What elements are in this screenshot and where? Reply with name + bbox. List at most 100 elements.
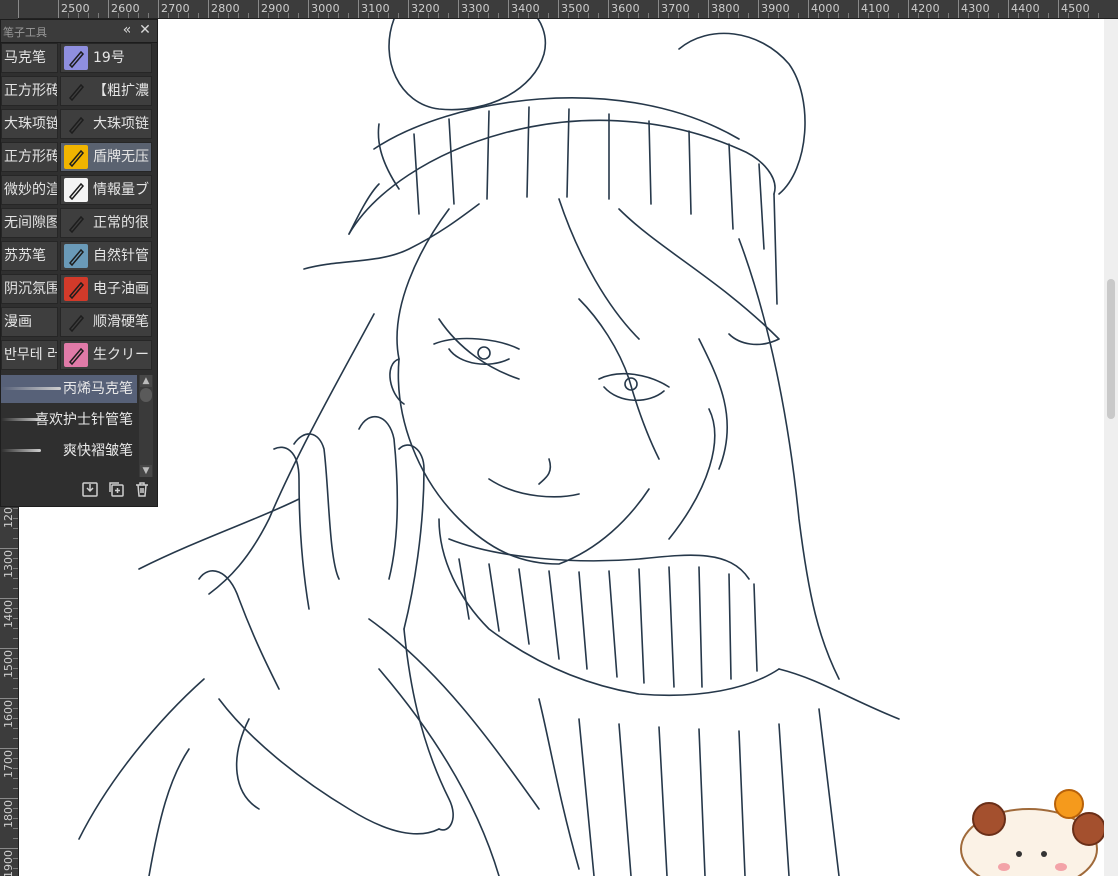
ruler-minor-tick (128, 13, 129, 18)
brush-group-button[interactable]: 大珠项链 (1, 109, 58, 139)
brush-preset-icon (64, 343, 88, 367)
subtool-item[interactable]: 爽快褶皱笔 (1, 437, 137, 465)
ruler-label: 3500 (561, 2, 590, 15)
ruler-minor-tick (818, 13, 819, 18)
vertical-scrollbar[interactable] (1104, 19, 1118, 876)
ruler-label: 1600 (2, 700, 15, 728)
trash-icon[interactable] (133, 480, 151, 498)
ruler-minor-tick (378, 13, 379, 18)
ruler-major-tick (0, 598, 18, 599)
ruler-minor-tick (598, 13, 599, 18)
ruler-label: 1800 (2, 800, 15, 828)
ruler-minor-tick (488, 13, 489, 18)
brush-group-button[interactable]: 반무테 러 (1, 340, 58, 370)
brush-preset-icon (64, 178, 88, 202)
ruler-minor-tick (13, 768, 18, 769)
brush-group-button[interactable]: 正方形砖 (1, 76, 58, 106)
ruler-minor-tick (13, 658, 18, 659)
ruler-label: 3700 (661, 2, 690, 15)
ruler-minor-tick (778, 13, 779, 18)
brush-preset-button[interactable]: 盾牌无压 (60, 142, 152, 172)
ruler-major-tick (0, 848, 18, 849)
brush-group-button[interactable]: 无间隙图 (1, 208, 58, 238)
brush-group-button[interactable]: 苏苏笔 (1, 241, 58, 271)
brush-group-button[interactable]: 马克笔 (1, 43, 58, 73)
ruler-minor-tick (1068, 13, 1069, 18)
ruler-minor-tick (13, 688, 18, 689)
ruler-minor-tick (178, 13, 179, 18)
brush-preset-button[interactable]: 大珠项链 (60, 109, 152, 139)
brush-preset-button[interactable]: 电子油画 (60, 274, 152, 304)
ruler-minor-tick (298, 13, 299, 18)
brush-preset-label: 顺滑硬笔 (93, 314, 149, 330)
scrollbar-thumb[interactable] (1107, 279, 1115, 419)
ruler-major-tick (708, 0, 709, 18)
line-art-illustration (78, 13, 1106, 880)
ruler-minor-tick (768, 13, 769, 18)
brush-group-button[interactable]: 微妙的渲 (1, 175, 58, 205)
brush-preset-icon (64, 112, 88, 136)
ruler-minor-tick (668, 13, 669, 18)
brush-group-button[interactable]: 正方形砖 (1, 142, 58, 172)
ruler-minor-tick (13, 808, 18, 809)
ruler-label: 4300 (961, 2, 990, 15)
ruler-minor-tick (13, 818, 18, 819)
duplicate-icon[interactable] (107, 480, 125, 498)
ruler-major-tick (658, 0, 659, 18)
import-icon[interactable] (81, 480, 99, 498)
ruler-minor-tick (998, 13, 999, 18)
brush-preset-button[interactable]: 【粗扩濃 (60, 76, 152, 106)
ruler-minor-tick (13, 518, 18, 519)
ruler-minor-tick (168, 13, 169, 18)
ruler-minor-tick (548, 13, 549, 18)
ruler-major-tick (808, 0, 809, 18)
ruler-minor-tick (238, 13, 239, 18)
subtool-item[interactable]: 喜欢护士针管笔 (1, 406, 137, 434)
ruler-major-tick (1008, 0, 1009, 18)
scroll-down-icon[interactable]: ▼ (140, 465, 152, 477)
ruler-minor-tick (98, 13, 99, 18)
brush-preset-button[interactable]: 生クリー (60, 340, 152, 370)
ruler-minor-tick (348, 13, 349, 18)
ruler-minor-tick (248, 13, 249, 18)
drawing-canvas[interactable] (19, 13, 1118, 880)
scroll-thumb[interactable] (140, 388, 152, 402)
ruler-major-tick (858, 0, 859, 18)
panel-titlebar[interactable]: 笔子工具 « ✕ (1, 20, 157, 43)
ruler-minor-tick (13, 668, 18, 669)
ruler-minor-tick (13, 758, 18, 759)
brush-group-button[interactable]: 阴沉氛围 (1, 274, 58, 304)
ruler-label: 1900 (2, 850, 15, 876)
ruler-label: 2900 (261, 2, 290, 15)
ruler-minor-tick (13, 558, 18, 559)
ruler-minor-tick (788, 13, 789, 18)
brush-group-button[interactable]: 漫画 (1, 307, 58, 337)
subtool-item[interactable]: 丙烯马克笔 (1, 375, 137, 403)
brush-preset-label: 19号 (93, 50, 125, 66)
subtool-scrollbar[interactable]: ▲ ▼ (139, 375, 153, 477)
brush-preset-button[interactable]: 情報量ブ (60, 175, 152, 205)
ruler-minor-tick (1088, 13, 1089, 18)
brush-preset-button[interactable]: 顺滑硬笔 (60, 307, 152, 337)
ruler-minor-tick (418, 13, 419, 18)
brush-preset-label: 电子油画 (93, 281, 149, 297)
brush-preset-button[interactable]: 正常的很 (60, 208, 152, 238)
ruler-minor-tick (1018, 13, 1019, 18)
panel-title: 笔子工具 (3, 26, 47, 39)
ruler-minor-tick (448, 13, 449, 18)
ruler-minor-tick (218, 13, 219, 18)
subtool-label: 爽快褶皱笔 (63, 443, 133, 459)
ruler-minor-tick (938, 13, 939, 18)
ruler-minor-tick (898, 13, 899, 18)
brush-preset-button[interactable]: 自然针管 (60, 241, 152, 271)
brush-preset-button[interactable]: 19号 (60, 43, 152, 73)
ruler-minor-tick (798, 13, 799, 18)
collapse-icon[interactable]: « (119, 22, 135, 38)
close-icon[interactable]: ✕ (137, 22, 153, 38)
ruler-minor-tick (688, 13, 689, 18)
subtool-label: 丙烯马克笔 (63, 381, 133, 397)
ruler-major-tick (458, 0, 459, 18)
ruler-minor-tick (618, 13, 619, 18)
scroll-up-icon[interactable]: ▲ (140, 375, 152, 387)
ruler-major-tick (608, 0, 609, 18)
